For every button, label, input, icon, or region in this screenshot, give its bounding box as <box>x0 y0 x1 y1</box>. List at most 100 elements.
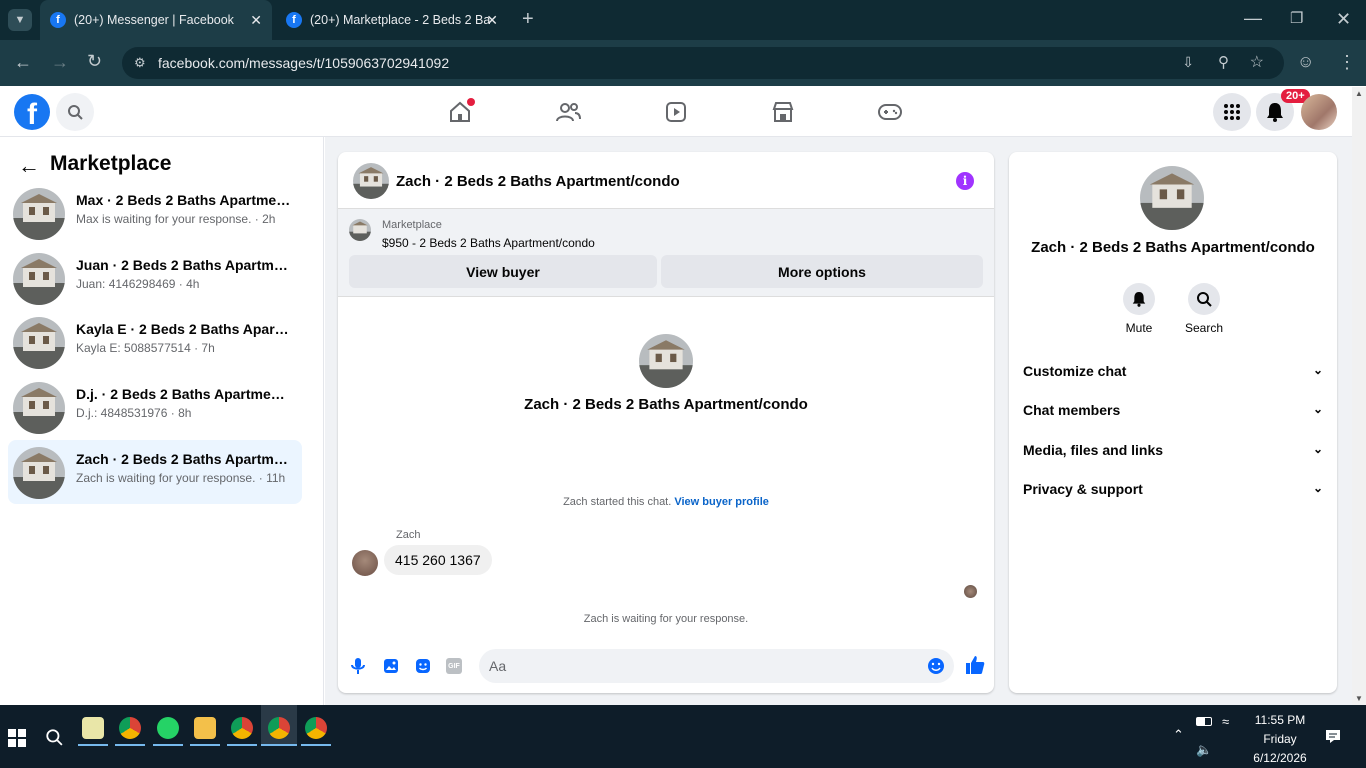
facebook-header: f 20+ <box>0 87 1352 137</box>
reload-icon[interactable]: ↻ <box>87 51 102 72</box>
tab-search-icon[interactable]: ▼ <box>8 9 32 31</box>
info-icon[interactable]: i <box>956 172 974 190</box>
chrome-app-icon[interactable] <box>305 717 327 739</box>
media-files-links-section[interactable]: Media, files and links ⌄ <box>1023 442 1323 458</box>
windows-start-icon[interactable] <box>8 729 26 747</box>
minimize-icon[interactable]: — <box>1244 8 1262 29</box>
search-chat-button[interactable]: Search <box>1183 283 1225 335</box>
whatsapp-app-icon[interactable] <box>157 717 179 739</box>
back-icon[interactable]: ← <box>14 52 32 73</box>
conversation-title: Kayla E · 2 Beds 2 Baths Apartm... <box>76 321 291 337</box>
gif-icon[interactable]: GIF <box>446 658 462 674</box>
tab-marketplace[interactable]: f (20+) Marketplace - 2 Beds 2 Ba ✕ <box>276 0 508 40</box>
sticker-icon[interactable] <box>415 658 431 674</box>
chat-title[interactable]: Zach · 2 Beds 2 Baths Apartment/condo <box>396 173 680 190</box>
more-options-button[interactable]: More options <box>661 255 983 288</box>
tab-bar: ▼ f (20+) Messenger | Facebook ✕ f (20+)… <box>0 0 1366 40</box>
search-label: Search <box>1184 321 1224 335</box>
chat-members-section[interactable]: Chat members ⌄ <box>1023 402 1323 418</box>
wifi-icon[interactable]: ≈ <box>1222 714 1229 729</box>
listing-thumbnail <box>13 188 65 240</box>
conversation-snippet: Zach is waiting for your response. · 11h <box>76 471 286 485</box>
conversation-snippet: D.j.: 4848531976 · 8h <box>76 406 192 420</box>
chat-profile-avatar[interactable] <box>639 334 693 388</box>
chrome-app-icon-active[interactable] <box>268 717 290 739</box>
view-buyer-button[interactable]: View buyer <box>349 255 657 288</box>
microphone-icon[interactable] <box>350 657 366 675</box>
conversation-item[interactable]: Juan · 2 Beds 2 Baths Apartmen... Juan: … <box>8 246 302 310</box>
close-tab-icon[interactable]: ✕ <box>486 12 498 29</box>
volume-icon[interactable]: 🔈 <box>1196 742 1212 758</box>
back-arrow-icon[interactable]: ← <box>18 153 40 179</box>
new-tab-icon[interactable]: + <box>522 8 534 31</box>
view-buyer-profile-link[interactable]: View buyer profile <box>674 496 769 508</box>
windows-taskbar: ⌃ ≈ 🔈 11:55 PM Friday 6/12/2026 <box>0 705 1366 768</box>
notepad-app-icon[interactable] <box>82 717 104 739</box>
taskbar-search-icon[interactable] <box>45 728 63 746</box>
close-tab-icon[interactable]: ✕ <box>250 12 262 29</box>
chrome-app-icon[interactable] <box>119 717 141 739</box>
home-icon[interactable] <box>440 97 480 127</box>
customize-chat-section[interactable]: Customize chat ⌄ <box>1023 363 1323 379</box>
video-icon[interactable] <box>656 97 696 127</box>
message-bubble[interactable]: 415 260 1367 <box>384 545 492 575</box>
details-name: Zach · 2 Beds 2 Baths Apartment/condo <box>1031 239 1315 256</box>
search-icon <box>1188 283 1220 315</box>
clock[interactable]: 11:55 PM Friday 6/12/2026 <box>1240 711 1320 768</box>
emoji-icon[interactable] <box>927 657 945 675</box>
marketplace-icon[interactable] <box>763 97 803 127</box>
close-window-icon[interactable]: ✕ <box>1336 9 1351 30</box>
restore-icon[interactable]: ❐ <box>1290 9 1303 27</box>
thumbs-up-icon[interactable] <box>965 655 985 675</box>
forward-icon[interactable]: → <box>51 52 69 73</box>
sender-avatar[interactable] <box>352 550 378 576</box>
chevron-down-icon: ⌄ <box>1312 481 1323 495</box>
clock-day: Friday <box>1263 732 1297 746</box>
gaming-icon[interactable] <box>870 97 910 127</box>
address-bar: ← → ↻ ⚙ facebook.com/messages/t/10590637… <box>0 40 1366 86</box>
file-explorer-app-icon[interactable] <box>194 717 216 739</box>
menu-kebab-icon[interactable]: ⋮ <box>1338 52 1356 73</box>
read-receipt-avatar <box>964 585 977 598</box>
site-info-icon[interactable]: ⚙ <box>134 55 146 71</box>
profile-icon[interactable]: ☺ <box>1297 52 1314 72</box>
account-avatar[interactable] <box>1301 94 1337 130</box>
show-hidden-icons-chevron-icon[interactable]: ⌃ <box>1173 727 1184 743</box>
chevron-down-icon: ⌄ <box>1312 442 1323 456</box>
conversation-title: Max · 2 Beds 2 Baths Apartment... <box>76 192 291 208</box>
chat-started-notice: Zach started this chat. View buyer profi… <box>563 496 769 508</box>
details-avatar[interactable] <box>1140 166 1204 230</box>
battery-icon[interactable] <box>1196 717 1212 726</box>
search-icon[interactable] <box>56 93 94 131</box>
conversation-snippet: Kayla E: 5088577514 · 7h <box>76 341 215 355</box>
zoom-icon[interactable]: ⚲ <box>1218 53 1229 71</box>
install-icon[interactable]: ⇩ <box>1182 54 1194 71</box>
chrome-app-icon[interactable] <box>231 717 253 739</box>
chat-details-area: Zach · 2 Beds 2 Baths Apartment/condo Mu… <box>1009 137 1352 705</box>
tab-messenger[interactable]: f (20+) Messenger | Facebook ✕ <box>40 0 272 40</box>
conversation-item[interactable]: Kayla E · 2 Beds 2 Baths Apartm... Kayla… <box>8 310 302 374</box>
conversation-item[interactable]: Max · 2 Beds 2 Baths Apartment... Max is… <box>8 181 302 245</box>
privacy-support-section[interactable]: Privacy & support ⌄ <box>1023 481 1323 497</box>
url-input[interactable]: ⚙ facebook.com/messages/t/10590637029410… <box>122 47 1284 79</box>
mute-button[interactable]: Mute <box>1121 283 1157 335</box>
chevron-down-icon: ⌄ <box>1312 402 1323 416</box>
notification-center-icon[interactable] <box>1325 728 1341 744</box>
conversation-item[interactable]: D.j. · 2 Beds 2 Baths Apartment/... D.j.… <box>8 375 302 439</box>
conversation-item-selected[interactable]: Zach · 2 Beds 2 Baths Apartmen... Zach i… <box>8 440 302 504</box>
listing-price-title[interactable]: $950 - 2 Beds 2 Baths Apartment/condo <box>382 236 595 250</box>
message-input[interactable]: Aa <box>479 649 954 683</box>
menu-grid-icon[interactable] <box>1213 93 1251 131</box>
marketplace-sidebar: ← Marketplace Max · 2 Beds 2 Baths Apart… <box>0 137 324 705</box>
chat-header-avatar[interactable] <box>353 163 389 199</box>
facebook-logo-icon[interactable]: f <box>14 94 50 130</box>
chevron-down-icon: ⌄ <box>1312 363 1323 377</box>
bookmark-star-icon[interactable]: ☆ <box>1250 52 1264 72</box>
conversation-title: D.j. · 2 Beds 2 Baths Apartment/... <box>76 386 291 402</box>
page-scrollbar[interactable]: ▲ ▼ <box>1352 87 1366 705</box>
photo-icon[interactable] <box>383 658 399 674</box>
chat-area: Zach · 2 Beds 2 Baths Apartment/condo i … <box>325 137 1009 705</box>
clock-time: 11:55 PM <box>1254 713 1306 727</box>
friends-icon[interactable] <box>548 97 588 127</box>
home-notification-dot <box>467 98 475 106</box>
